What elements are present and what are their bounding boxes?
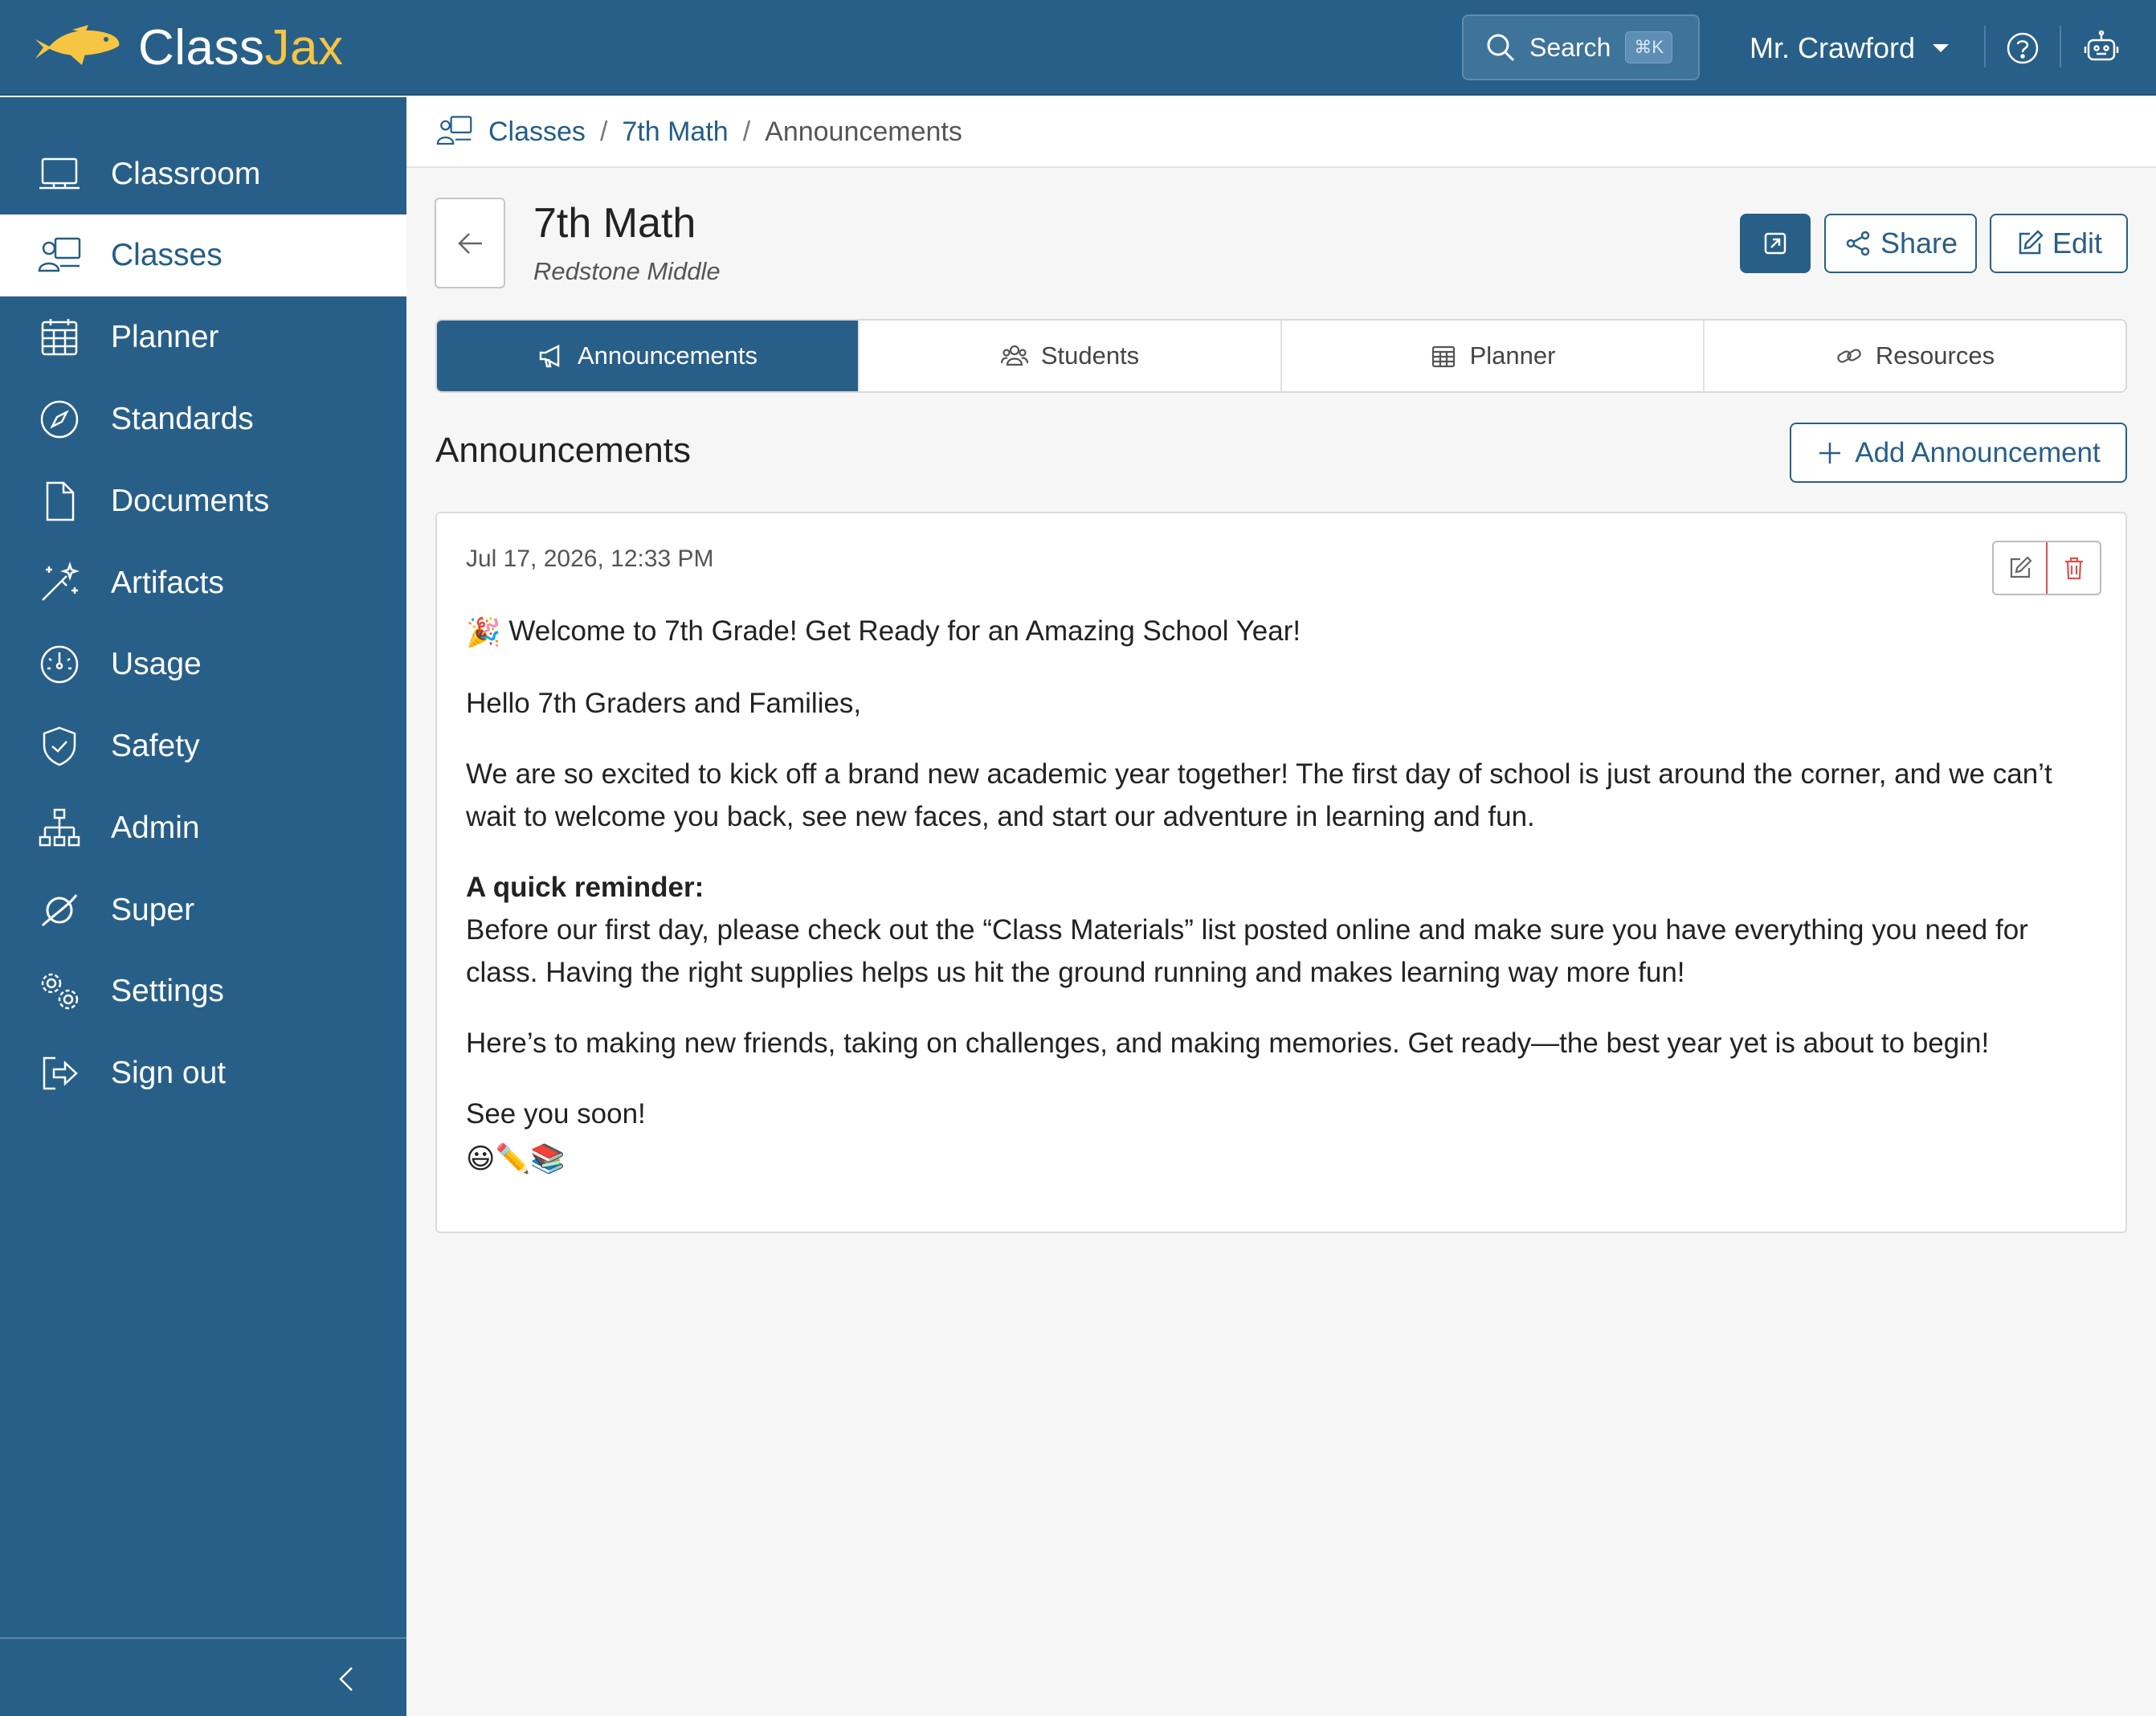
announcement-paragraph: We are so excited to kick off a brand ne… (466, 758, 2052, 833)
sidebar-item-safety[interactable]: Safety (0, 705, 406, 787)
link-icon (1837, 349, 1861, 363)
announcement-date: Jul 17, 2026, 12:33 PM (466, 545, 714, 572)
sidebar-footer (0, 1637, 406, 1716)
tab-resources[interactable]: Resources (1705, 321, 2125, 391)
closing-emojis: 😃✏️📚 (466, 1142, 566, 1175)
breadcrumb-class-link[interactable]: 7th Math (622, 116, 728, 148)
user-name: Mr. Crawford (1750, 31, 1916, 64)
sidebar-item-standards[interactable]: Standards (0, 378, 406, 460)
classes-icon (38, 237, 81, 272)
announcement-body: 🎉 Welcome to 7th Grade! Get Ready for an… (466, 610, 2105, 1208)
announcement-actions (1992, 541, 2101, 595)
chevron-left-icon[interactable] (331, 1663, 363, 1695)
org-chart-icon (39, 808, 80, 847)
jaxfish-logo-icon (35, 25, 120, 65)
box-arrow-up-right-icon (1764, 232, 1786, 255)
people-icon (1000, 345, 1028, 366)
app-logo[interactable]: ClassJax (32, 18, 344, 79)
search-label: Search (1529, 32, 1611, 62)
orbit-icon (41, 894, 78, 927)
party-popper-emoji: 🎉 (466, 617, 501, 649)
add-announcement-button[interactable]: Add Announcement (1790, 423, 2127, 483)
shield-check-icon (43, 726, 76, 766)
calendar-icon (41, 319, 78, 356)
sidebar: Classroom Classes Planner Standards Docu… (0, 97, 406, 1716)
help-icon[interactable] (2005, 31, 2040, 66)
trash-icon (2064, 557, 2083, 580)
compass-icon (40, 400, 79, 439)
announcement-closing: See you soon! 😃✏️📚 (466, 1093, 2105, 1179)
school-name: Redstone Middle (533, 257, 721, 285)
share-icon (1846, 231, 1870, 256)
sidebar-item-artifacts[interactable]: Artifacts (0, 542, 406, 624)
tab-announcements[interactable]: Announcements (437, 321, 860, 391)
sidebar-item-super[interactable]: Super (0, 869, 406, 951)
sidebar-item-planner[interactable]: Planner (0, 296, 406, 378)
breadcrumb-separator: / (742, 116, 751, 147)
announcement-greeting: Hello 7th Graders and Families, (466, 688, 862, 720)
calendar-icon (1431, 345, 1455, 368)
breadcrumb: Classes / 7th Math / Announcements (406, 97, 2156, 168)
sidebar-item-settings[interactable]: Settings (0, 950, 406, 1032)
brand-name: ClassJax (138, 20, 344, 76)
caret-down-icon (1933, 44, 1950, 52)
breadcrumb-separator: / (599, 116, 608, 147)
sidebar-item-usage[interactable]: Usage (0, 623, 406, 705)
sidebar-item-admin[interactable]: Admin (0, 787, 406, 869)
announcement-heading: 🎉 Welcome to 7th Grade! Get Ready for an… (466, 610, 2105, 654)
sidebar-item-sign-out[interactable]: Sign out (0, 1032, 406, 1114)
document-icon (46, 481, 75, 521)
gears-icon (41, 973, 79, 1010)
tab-planner[interactable]: Planner (1282, 321, 1705, 391)
edit-announcement-button[interactable] (1994, 542, 2046, 594)
reminder-text: Before our first day, please check out t… (466, 914, 2028, 989)
divider (1984, 26, 1986, 67)
magic-wand-icon (42, 562, 80, 601)
plus-icon (1819, 442, 1841, 464)
classroom-icon (39, 157, 80, 190)
breadcrumb-current: Announcements (765, 116, 962, 147)
megaphone-icon (539, 344, 560, 368)
edit-button[interactable]: Edit (1990, 214, 2128, 273)
reminder-title: A quick reminder: (466, 872, 704, 904)
open-external-button[interactable] (1740, 214, 1811, 273)
announcement-card: Jul 17, 2026, 12:33 PM 🎉 Welcome to 7th … (435, 512, 2127, 1233)
sign-out-icon (43, 1056, 78, 1090)
share-button[interactable]: Share (1824, 214, 1977, 273)
search-icon (1487, 34, 1515, 62)
announcement-reminder: A quick reminder: Before our first day, … (466, 866, 2105, 994)
top-navbar: ClassJax Search ⌘K Mr. Crawford (0, 0, 2156, 96)
robot-assistant-icon[interactable] (2082, 29, 2121, 67)
classes-icon (436, 116, 472, 145)
page-title: 7th Math (533, 200, 696, 247)
sidebar-item-documents[interactable]: Documents (0, 460, 406, 542)
breadcrumb-classes-link[interactable]: Classes (488, 116, 586, 148)
back-button[interactable] (435, 198, 505, 288)
pencil-square-icon (2010, 556, 2032, 578)
announcement-paragraph: Here’s to making new friends, taking on … (466, 1028, 1990, 1060)
pencil-square-icon (2019, 230, 2044, 255)
tab-students[interactable]: Students (860, 321, 1282, 391)
delete-announcement-button[interactable] (2046, 542, 2100, 594)
arrow-left-icon (458, 232, 482, 254)
class-tabs: Announcements Students Planner Resources (435, 319, 2127, 393)
search-shortcut-badge: ⌘K (1625, 31, 1673, 63)
sidebar-item-classes[interactable]: Classes (0, 214, 406, 296)
search-button[interactable]: Search ⌘K (1462, 14, 1700, 80)
divider (2060, 26, 2061, 67)
user-menu-dropdown[interactable]: Mr. Crawford (1750, 24, 1950, 72)
sidebar-item-classroom[interactable]: Classroom (0, 133, 406, 215)
section-title: Announcements (435, 431, 691, 470)
speedometer-icon (40, 645, 79, 684)
